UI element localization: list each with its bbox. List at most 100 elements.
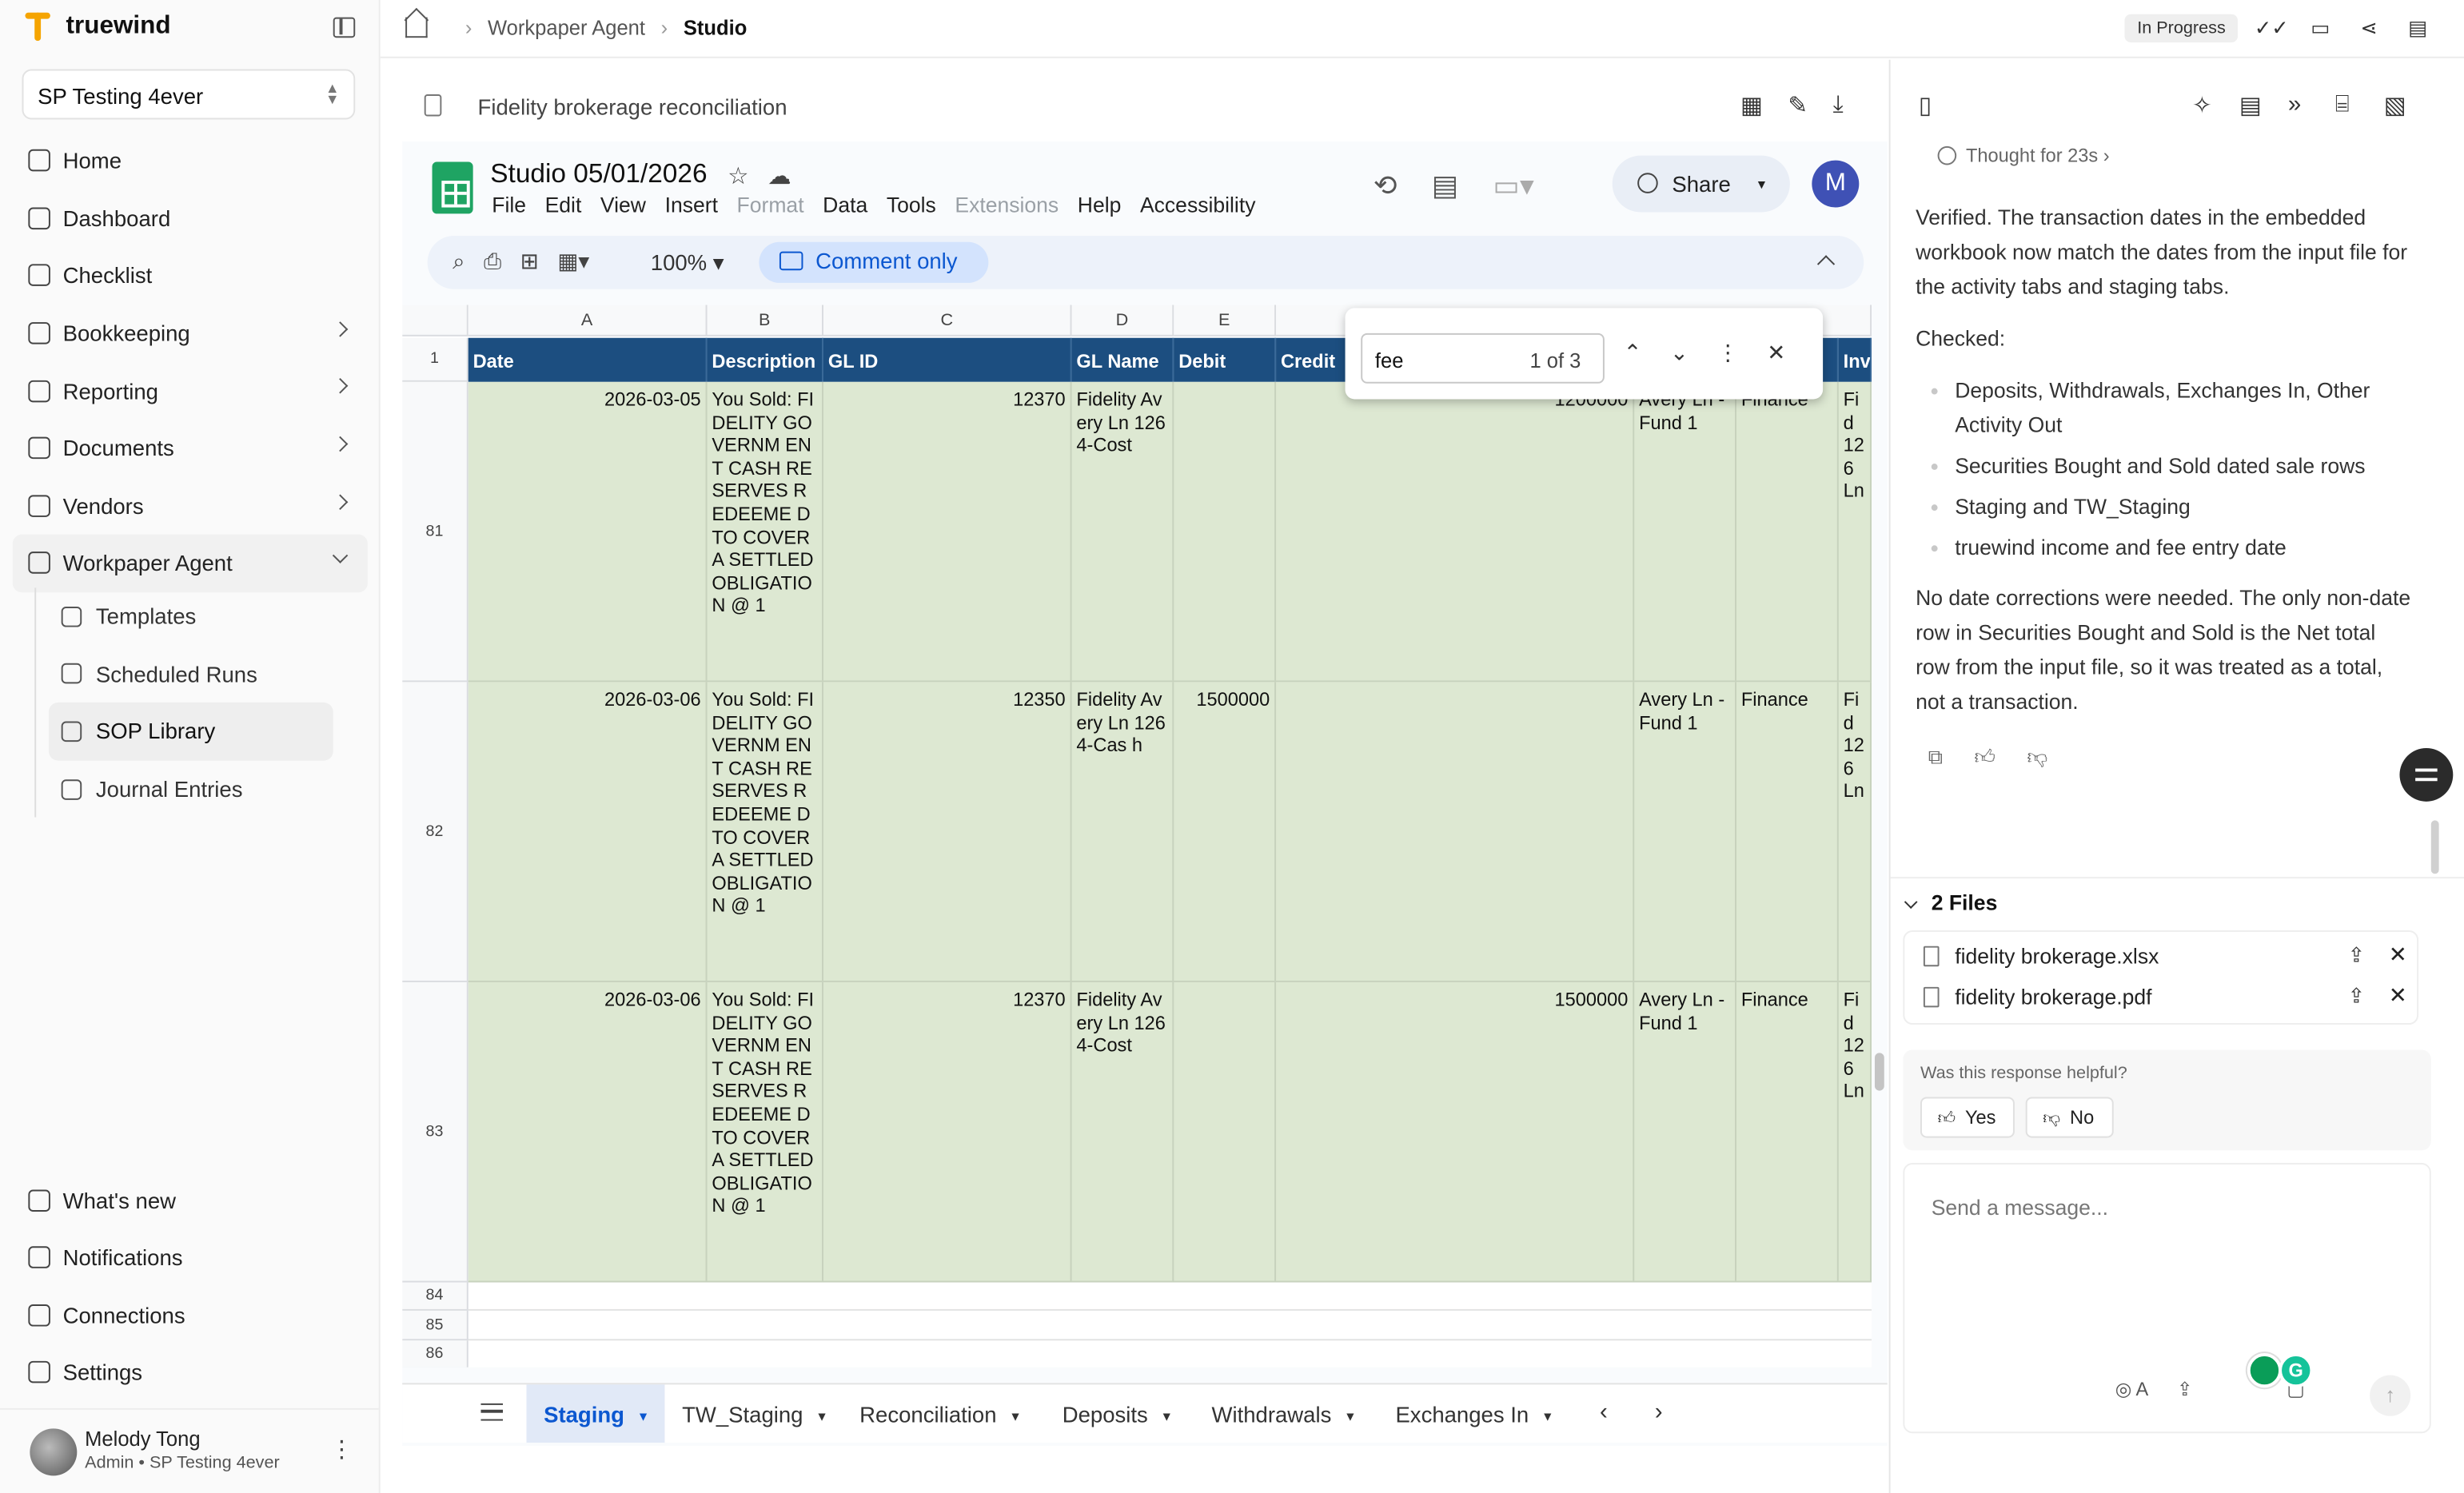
all-sheets-icon[interactable]: [480, 1403, 503, 1421]
col-header-b[interactable]: B: [707, 305, 823, 336]
send-button[interactable]: ↑: [2370, 1375, 2411, 1416]
menu-tools[interactable]: Tools: [887, 193, 936, 217]
fast-forward-icon[interactable]: »: [2288, 91, 2301, 117]
chevron-right-icon[interactable]: ›: [1655, 1399, 1663, 1425]
message-input[interactable]: Send a message...: [1932, 1196, 2108, 1219]
cell-department[interactable]: Finance: [1736, 682, 1839, 981]
message-composer[interactable]: Send a message... ◎ A ⇪ ▢ G ↑: [1903, 1163, 2431, 1434]
col-header-c[interactable]: C: [823, 305, 1072, 336]
cell-investment[interactable]: Fid 126 Ln: [1839, 381, 1872, 681]
col-header-d[interactable]: D: [1071, 305, 1174, 336]
header-cell[interactable]: Date: [468, 337, 708, 382]
cloud-icon[interactable]: ☁: [768, 162, 791, 189]
cell-date[interactable]: 2026-03-06: [468, 682, 708, 981]
cell-credit[interactable]: 1500000: [1276, 981, 1635, 1281]
sheet-tab-exchanges-in[interactable]: Exchanges In ▼: [1395, 1384, 1553, 1443]
close-icon[interactable]: ✕: [2389, 982, 2407, 1009]
row-number[interactable]: 85: [402, 1310, 468, 1341]
cell-gl-name[interactable]: Fidelity Avery Ln 1264-Cost: [1072, 981, 1174, 1281]
caret-down-icon[interactable]: ▼: [1009, 1409, 1022, 1423]
nav-item-vendors[interactable]: Vendors: [13, 477, 368, 535]
cell-debit[interactable]: [1174, 981, 1277, 1281]
share-button[interactable]: Share ▼: [1612, 155, 1790, 213]
menu-data[interactable]: Data: [823, 193, 867, 217]
nav-item-connections[interactable]: Connections: [13, 1287, 368, 1344]
menu-edit[interactable]: Edit: [545, 193, 582, 217]
cell-description[interactable]: You Sold: FIDELITY GOVERNM ENT CASH RESE…: [708, 682, 823, 981]
nav-item-settings[interactable]: Settings: [13, 1344, 368, 1400]
cell-gl-id[interactable]: 12370: [823, 981, 1072, 1281]
folder-icon[interactable]: ▤: [2404, 14, 2430, 41]
cell-investment[interactable]: Fid 126 Ln: [1839, 981, 1872, 1281]
table-row[interactable]: [468, 1340, 1872, 1368]
search-icon[interactable]: ⌕: [453, 249, 464, 275]
magic-wand-icon[interactable]: ✧: [2192, 91, 2212, 119]
table-row[interactable]: [468, 1283, 1872, 1311]
breadcrumb-workpaper-agent[interactable]: Workpaper Agent: [488, 16, 645, 39]
cell-investment[interactable]: Fid 126 Ln: [1839, 682, 1872, 981]
thumbs-down-icon[interactable]: 👎︎: [2027, 745, 2047, 770]
cell-fund[interactable]: Avery Ln - Fund 1: [1634, 682, 1736, 981]
header-cell[interactable]: Debit: [1174, 337, 1277, 382]
row-number[interactable]: 86: [402, 1340, 468, 1368]
file-item[interactable]: fidelity brokerage.xlsx ⇪ ✕: [1904, 937, 2417, 977]
cell-debit[interactable]: 1500000: [1174, 682, 1277, 981]
check-double-icon[interactable]: ✓✓: [2255, 14, 2289, 41]
share-icon[interactable]: ⋖: [2355, 14, 2382, 41]
cell-debit[interactable]: [1174, 381, 1277, 681]
row-number[interactable]: 82: [402, 682, 468, 982]
row-number[interactable]: 84: [402, 1282, 468, 1311]
caret-down-icon[interactable]: ▼: [1161, 1409, 1174, 1423]
no-button[interactable]: 👎︎ No: [2025, 1097, 2114, 1138]
yes-button[interactable]: 👍︎ Yes: [1920, 1097, 2015, 1138]
sub-item-sop-library[interactable]: SOP Library: [48, 703, 333, 761]
cell-fund[interactable]: Avery Ln - Fund 1: [1634, 381, 1736, 681]
zoom-select[interactable]: 100% ▾: [651, 250, 724, 277]
mode-button[interactable]: Comment only: [759, 241, 989, 283]
file-name[interactable]: fidelity brokerage.pdf: [1955, 985, 2151, 1009]
user-card[interactable]: Melody Tong Admin • SP Testing 4ever ⋮: [0, 1407, 379, 1493]
menu-insert[interactable]: Insert: [665, 193, 718, 217]
chevron-down-icon[interactable]: ⌄: [1670, 340, 1689, 366]
home-icon[interactable]: [405, 17, 428, 38]
scan-text-icon[interactable]: ⌸: [2335, 91, 2350, 117]
print-icon[interactable]: ⎙: [484, 249, 501, 275]
sub-item-templates[interactable]: Templates: [49, 587, 333, 645]
row-number[interactable]: 1: [402, 337, 468, 382]
nav-item-notifications[interactable]: Notifications: [13, 1229, 368, 1286]
chevron-left-icon[interactable]: ‹: [1600, 1399, 1608, 1425]
header-cell[interactable]: Inv: [1838, 337, 1872, 382]
cloud-upload-icon[interactable]: ⇪: [2348, 984, 2365, 1009]
star-icon[interactable]: ☆: [728, 162, 748, 189]
thumbs-up-icon[interactable]: 👍︎: [1974, 745, 1996, 770]
cell-department[interactable]: Finance: [1736, 981, 1839, 1281]
table-view-icon[interactable]: ▦▾: [557, 249, 589, 275]
find-input-box[interactable]: fee 1 of 3: [1361, 332, 1605, 384]
col-header-e[interactable]: E: [1174, 305, 1277, 336]
sheet-tab-tw-staging[interactable]: TW_Staging ▼: [682, 1384, 828, 1443]
header-cell[interactable]: Description: [707, 337, 823, 382]
cell-gl-name[interactable]: Fidelity Avery Ln 1264-Cost: [1072, 381, 1174, 681]
cloud-upload-icon[interactable]: ⇪: [2348, 943, 2365, 968]
close-icon[interactable]: ✕: [1767, 340, 1785, 366]
scroll-icon[interactable]: ▤: [2239, 91, 2262, 119]
chevron-up-icon[interactable]: ⌃: [1623, 340, 1641, 366]
sub-item-journal-entries[interactable]: Journal Entries: [49, 760, 333, 818]
cell-gl-id[interactable]: 12350: [823, 682, 1072, 981]
nav-item-whats-new[interactable]: What's new: [13, 1173, 368, 1229]
caret-down-icon[interactable]: ▼: [1541, 1409, 1554, 1423]
list-menu-icon[interactable]: [2399, 747, 2454, 802]
more-vertical-icon[interactable]: ⋮: [330, 1435, 353, 1463]
video-call-icon[interactable]: ▭▾: [1493, 169, 1534, 202]
history-icon[interactable]: ⟲: [1374, 169, 1397, 202]
model-select[interactable]: ◎ A: [2115, 1378, 2149, 1400]
table-row[interactable]: [468, 1311, 1872, 1341]
comments-icon[interactable]: ▤: [1432, 169, 1458, 202]
org-selector[interactable]: SP Testing 4ever ▲ ▼: [22, 69, 356, 120]
account-avatar[interactable]: M: [1812, 160, 1860, 208]
sheets-logo-icon[interactable]: [432, 161, 473, 214]
corner-cell[interactable]: [402, 305, 468, 336]
spreadsheet-title[interactable]: Studio 05/01/2026: [490, 159, 707, 190]
notebook-edit-icon[interactable]: ▧: [2384, 91, 2406, 119]
chevron-up-icon[interactable]: [1816, 255, 1836, 273]
